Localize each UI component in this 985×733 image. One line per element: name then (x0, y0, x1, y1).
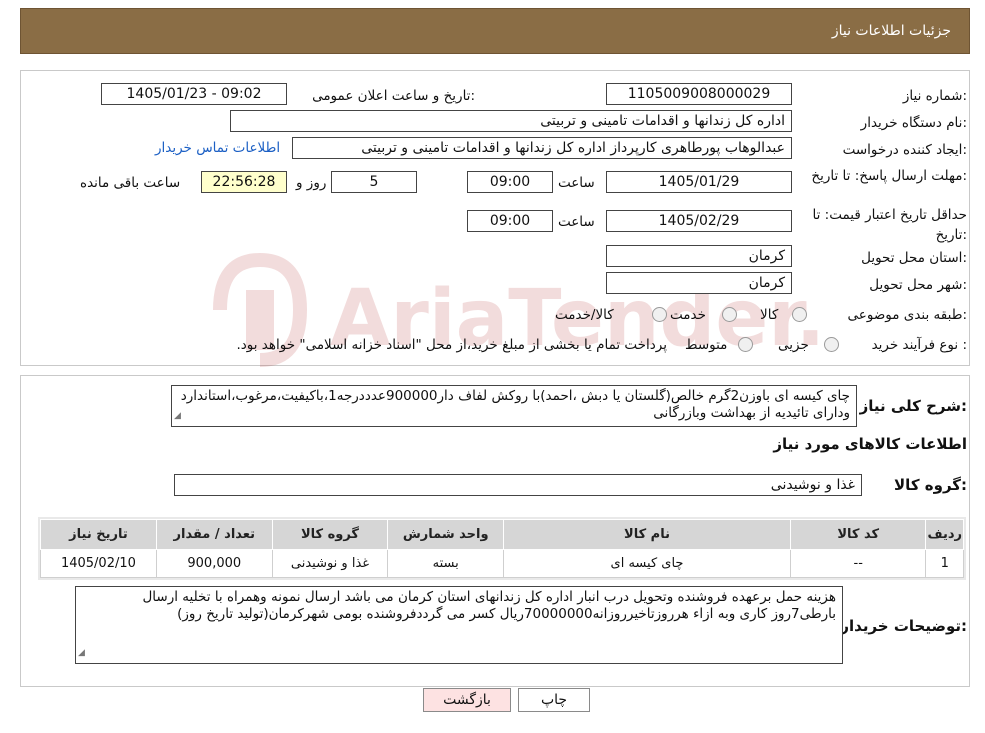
goods-group-label: گروه کالا: (894, 476, 967, 494)
category-label: طبقه بندی موضوعی: (847, 307, 967, 323)
process-label: نوع فرآیند خرید : (871, 337, 967, 353)
category-goods-service-label: کالا/خدمت (555, 307, 614, 323)
col-item-code: کد کالا (789, 519, 927, 550)
process-medium-radio[interactable] (738, 337, 753, 352)
need-number-field: 1105009008000029 (606, 83, 792, 105)
remaining-label: ساعت باقی مانده (80, 175, 181, 191)
category-goods-service-radio[interactable] (652, 307, 667, 322)
reply-deadline-label: مهلت ارسال پاسخ: تا تاریخ: (811, 168, 967, 184)
reply-date-field: 1405/01/29 (606, 171, 792, 193)
buyer-org-field: اداره کل زندانها و اقدامات تامینی و تربی… (230, 110, 792, 132)
need-number-label: شماره نیاز: (902, 88, 967, 104)
buyer-notes-label: توضیحات خریدار: (840, 617, 967, 635)
validity-date-field: 1405/02/29 (606, 210, 792, 232)
buyer-notes-text: هزینه حمل برعهده فروشنده وتحویل درب انبا… (142, 589, 836, 622)
back-button[interactable]: بازگشت (423, 688, 511, 712)
table-row: 1 -- چای کیسه ای بسته غذا و نوشیدنی 900,… (40, 549, 964, 578)
page-title: جزئیات اطلاعات نیاز (831, 23, 951, 39)
cell-row-number: 1 (925, 549, 964, 578)
buyer-contact-link[interactable]: اطلاعات تماس خریدار (155, 140, 280, 156)
creator-field: عبدالوهاب پورطاهری کارپرداز اداره کل زند… (292, 137, 792, 159)
category-goods-radio[interactable] (792, 307, 807, 322)
col-unit: واحد شمارش (387, 519, 505, 550)
category-goods-label: کالا (760, 307, 779, 323)
table-header-row: ردیف کد کالا نام کالا واحد شمارش گروه کا… (40, 519, 964, 550)
resize-grip-icon: ◢ (78, 648, 85, 658)
announce-field: 1405/01/23 - 09:02 (101, 83, 287, 105)
buyer-org-label: نام دستگاه خریدار: (860, 115, 967, 131)
items-table-wrapper: ردیف کد کالا نام کالا واحد شمارش گروه کا… (38, 517, 966, 580)
summary-textarea[interactable]: چای کیسه ای باوزن2گرم خالص(گلستان یا دبش… (171, 385, 857, 427)
col-row-number: ردیف (925, 519, 964, 550)
city-label: شهر محل تحویل: (869, 277, 967, 293)
page-header: جزئیات اطلاعات نیاز (20, 8, 970, 54)
province-label: استان محل تحویل: (861, 250, 967, 266)
items-table: ردیف کد کالا نام کالا واحد شمارش گروه کا… (40, 519, 964, 578)
cell-group: غذا و نوشیدنی (271, 549, 389, 578)
goods-group-field: غذا و نوشیدنی (174, 474, 862, 496)
cell-item-code: -- (789, 549, 927, 578)
validity-time-label: ساعت (558, 214, 595, 230)
goods-section-title: اطلاعات کالاهای مورد نیاز (773, 435, 967, 453)
resize-grip-icon: ◢ (174, 411, 181, 421)
process-medium-label: متوسط (685, 337, 728, 353)
cell-unit: بسته (387, 549, 505, 578)
validity-time-field: 09:00 (467, 210, 553, 232)
summary-label: شرح کلی نیاز: (859, 397, 967, 415)
col-need-date: تاریخ نیاز (40, 519, 157, 550)
creator-label: ایجاد کننده درخواست: (842, 142, 967, 158)
province-field: کرمان (606, 245, 792, 267)
remaining-time-field: 22:56:28 (201, 171, 287, 193)
col-group: گروه کالا (271, 519, 389, 550)
process-minor-label: جزیی (778, 337, 809, 353)
days-label: روز و (296, 175, 327, 191)
city-field: کرمان (606, 272, 792, 294)
col-quantity: تعداد / مقدار (155, 519, 273, 550)
cell-need-date: 1405/02/10 (40, 549, 157, 578)
validity-label: حداقل تاریخ اعتبار قیمت: تا تاریخ: (812, 207, 967, 243)
process-minor-radio[interactable] (824, 337, 839, 352)
category-service-label: خدمت (670, 307, 706, 323)
summary-text: چای کیسه ای باوزن2گرم خالص(گلستان یا دبش… (180, 388, 850, 421)
reply-time-label: ساعت (558, 175, 595, 191)
announce-label: تاریخ و ساعت اعلان عمومی: (312, 88, 475, 104)
reply-time-field: 09:00 (467, 171, 553, 193)
buyer-notes-textarea[interactable]: هزینه حمل برعهده فروشنده وتحویل درب انبا… (75, 586, 843, 664)
print-button[interactable]: چاپ (518, 688, 590, 712)
payment-note: پرداخت تمام یا بخشی از مبلغ خرید،از محل … (236, 337, 667, 353)
col-item-name: نام کالا (503, 519, 791, 550)
days-field: 5 (331, 171, 417, 193)
cell-quantity: 900,000 (155, 549, 273, 578)
category-service-radio[interactable] (722, 307, 737, 322)
cell-item-name: چای کیسه ای (503, 549, 791, 578)
